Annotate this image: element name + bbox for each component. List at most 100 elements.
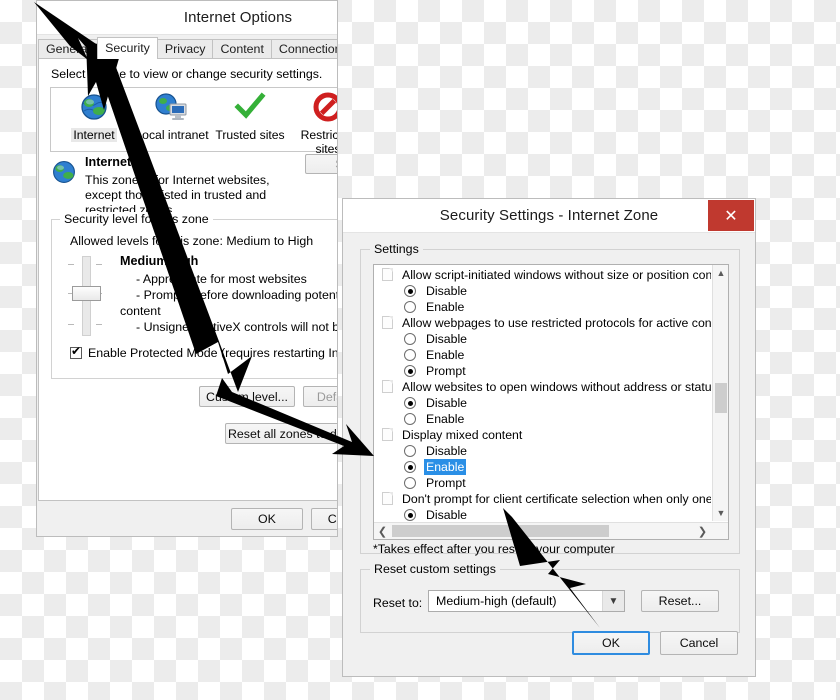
setting-option[interactable]: Disable <box>374 283 711 299</box>
chevron-down-icon[interactable]: ▼ <box>713 505 728 521</box>
reset-to-value: Medium-high (default) <box>436 594 557 608</box>
security-tab-page: Select a zone to view or change security… <box>38 58 338 501</box>
setting-option[interactable]: Disable <box>374 331 711 347</box>
radio-icon[interactable] <box>404 333 416 345</box>
zone-restricted-sites[interactable]: Restricted sites <box>289 92 338 156</box>
setting-option-selected[interactable]: Enable <box>374 459 711 475</box>
reset-to-label: Reset to: <box>373 596 423 610</box>
radio-icon[interactable] <box>404 509 416 521</box>
security-level-name: Medium-high <box>120 254 199 268</box>
security-settings-body: Settings Allow script-initiated windows … <box>344 233 754 675</box>
internet-options-window[interactable]: Internet Options ? ✕ General Security Pr… <box>36 0 338 537</box>
radio-icon[interactable] <box>404 349 416 361</box>
tab-content[interactable]: Content <box>212 39 272 59</box>
settings-list-viewport[interactable]: Allow script-initiated windows without s… <box>374 267 711 521</box>
radio-icon[interactable] <box>404 461 416 473</box>
zone-detail-icon <box>51 159 77 190</box>
chevron-right-icon[interactable]: ❯ <box>694 523 711 539</box>
setting-option[interactable]: Prompt <box>374 475 711 491</box>
default-level-button[interactable]: Default level <box>303 386 337 407</box>
setting-option[interactable]: Disable <box>374 507 711 521</box>
security-level-bullet-1: - Appropriate for most websites <box>136 272 307 286</box>
zone-local-intranet-label: Local intranet <box>135 128 209 142</box>
zone-local-intranet[interactable]: Local intranet <box>133 92 211 142</box>
document-icon <box>382 316 393 329</box>
reset-group-caption: Reset custom settings <box>370 562 500 576</box>
chevron-up-icon[interactable]: ▲ <box>713 265 728 281</box>
reset-to-dropdown[interactable]: Medium-high (default) ▼ <box>428 590 625 612</box>
zone-trusted-sites-label: Trusted sites <box>215 128 285 142</box>
setting-option[interactable]: Enable <box>374 347 711 363</box>
reset-all-zones-button[interactable]: Reset all zones to default level <box>225 423 337 444</box>
setting-item[interactable]: Display mixed content <box>374 427 711 443</box>
radio-icon[interactable] <box>404 301 416 313</box>
setting-option[interactable]: Enable <box>374 299 711 315</box>
internet-options-cancel-button[interactable]: Cancel <box>311 508 337 530</box>
vertical-scroll-thumb[interactable] <box>715 383 727 413</box>
document-icon <box>382 428 393 441</box>
settings-group: Settings Allow script-initiated windows … <box>360 242 740 556</box>
green-check-icon <box>211 92 289 128</box>
settings-horizontal-scrollbar[interactable]: ❮ ❯ <box>374 522 728 539</box>
close-icon[interactable]: ✕ <box>708 200 754 231</box>
zone-restricted-sites-label: Restricted sites <box>300 128 338 156</box>
tab-connections[interactable]: Connections <box>270 39 337 59</box>
custom-level-button[interactable]: Custom level... <box>199 386 295 407</box>
security-settings-window[interactable]: Security Settings - Internet Zone ✕ Sett… <box>342 198 756 677</box>
reset-button[interactable]: Reset... <box>641 590 719 612</box>
radio-icon[interactable] <box>404 397 416 409</box>
zone-internet[interactable]: Internet <box>55 92 133 142</box>
setting-item[interactable]: Allow websites to open windows without a… <box>374 379 711 395</box>
security-settings-cancel-button[interactable]: Cancel <box>660 631 738 655</box>
tab-security[interactable]: Security <box>97 37 158 59</box>
chevron-down-icon[interactable]: ▼ <box>602 591 624 611</box>
radio-icon[interactable] <box>404 477 416 489</box>
internet-options-titlebar[interactable]: Internet Options ? ✕ <box>37 1 337 35</box>
internet-options-tabstrip[interactable]: General Security Privacy Content Connect… <box>38 37 337 59</box>
settings-group-caption: Settings <box>370 242 423 256</box>
document-icon <box>382 380 393 393</box>
allowed-levels-label: Allowed levels for this zone: Medium to … <box>70 234 314 248</box>
sites-button[interactable]: Sites <box>305 154 337 174</box>
radio-icon[interactable] <box>404 285 416 297</box>
zone-detail-name: Internet <box>85 155 132 169</box>
setting-item[interactable]: Allow script-initiated windows without s… <box>374 267 711 283</box>
slider-thumb[interactable] <box>72 286 101 301</box>
settings-listbox[interactable]: Allow script-initiated windows without s… <box>373 264 729 540</box>
internet-options-content: Internet Options ? ✕ General Security Pr… <box>37 1 338 536</box>
document-icon <box>382 268 393 281</box>
zone-trusted-sites[interactable]: Trusted sites <box>211 92 289 142</box>
horizontal-scroll-thumb[interactable] <box>392 525 609 537</box>
no-entry-icon <box>289 92 337 128</box>
select-zone-prompt: Select a zone to view or change security… <box>51 67 323 81</box>
setting-option[interactable]: Prompt <box>374 363 711 379</box>
security-level-bullet-2: - Prompts before downloading potentially… <box>136 288 337 302</box>
security-level-bullet-2-cont: content <box>120 304 161 318</box>
zone-list[interactable]: Internet Local intranet Trusted sites Re… <box>50 87 337 156</box>
enable-protected-mode-checkbox[interactable] <box>70 344 82 359</box>
setting-option[interactable]: Disable <box>374 443 711 459</box>
globe-monitor-icon <box>133 92 211 128</box>
setting-item[interactable]: Allow webpages to use restricted protoco… <box>374 315 711 331</box>
security-level-bullet-3: - Unsigned ActiveX controls will not be … <box>136 320 337 334</box>
security-level-group: Security level for this zone Allowed lev… <box>51 212 338 379</box>
globe-icon <box>55 92 133 128</box>
security-settings-ok-button[interactable]: OK <box>572 631 650 655</box>
setting-option[interactable]: Enable <box>374 411 711 427</box>
settings-vertical-scrollbar[interactable]: ▲ ▼ <box>712 265 728 521</box>
setting-option[interactable]: Disable <box>374 395 711 411</box>
internet-options-ok-button[interactable]: OK <box>231 508 303 530</box>
enable-protected-mode-label: Enable Protected Mode (requires restarti… <box>88 346 338 360</box>
document-icon <box>382 492 393 505</box>
tab-general[interactable]: General <box>38 39 99 59</box>
security-level-caption: Security level for this zone <box>60 212 213 226</box>
chevron-left-icon[interactable]: ❮ <box>374 523 391 539</box>
security-settings-titlebar[interactable]: Security Settings - Internet Zone ✕ <box>343 199 755 233</box>
radio-icon[interactable] <box>404 365 416 377</box>
tab-privacy[interactable]: Privacy <box>156 39 214 59</box>
setting-item[interactable]: Don't prompt for client certificate sele… <box>374 491 711 507</box>
radio-icon[interactable] <box>404 445 416 457</box>
security-settings-title: Security Settings - Internet Zone <box>439 207 659 224</box>
radio-icon[interactable] <box>404 413 416 425</box>
internet-options-title: Internet Options <box>183 9 293 26</box>
